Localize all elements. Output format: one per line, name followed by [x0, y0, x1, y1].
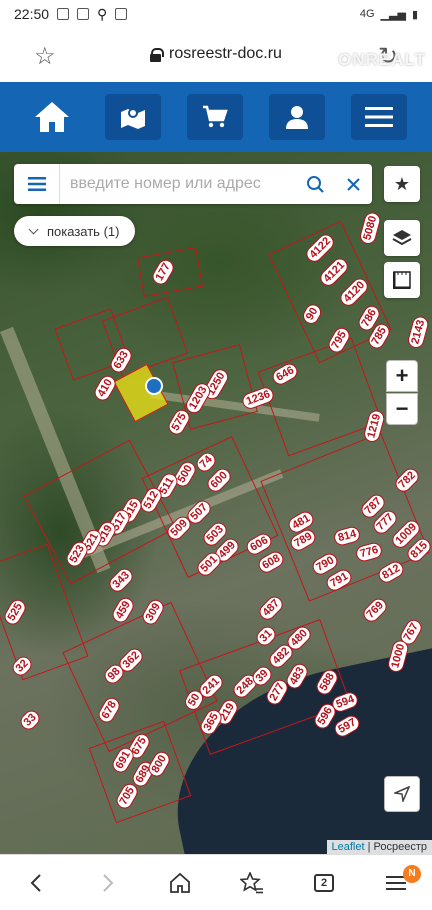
- home-browser-button[interactable]: [155, 872, 205, 894]
- search-icon: [307, 176, 324, 193]
- attribution-separator: |: [367, 841, 371, 853]
- locate-me-button[interactable]: [384, 776, 420, 812]
- cart-icon: [203, 105, 228, 128]
- show-results-button[interactable]: показать (1): [14, 216, 136, 246]
- close-icon: [346, 177, 360, 191]
- tab-count: 2: [314, 873, 334, 892]
- map-pin-icon: [121, 108, 145, 129]
- browser-bottom-bar: 2 N: [0, 854, 432, 910]
- status-time: 22:50: [14, 6, 50, 22]
- map-attribution: Leaflet | Росреестр: [326, 840, 432, 854]
- user-icon: [286, 106, 308, 129]
- url-field[interactable]: rosreestr-doc.ru: [150, 45, 282, 63]
- notification-badge: N: [403, 864, 421, 883]
- url-text: rosreestr-doc.ru: [169, 45, 282, 62]
- parcel-label: 2143: [406, 314, 431, 350]
- chevron-down-icon: [28, 224, 39, 234]
- bookmark-star-icon[interactable]: ☆: [34, 42, 56, 71]
- menu-button[interactable]: [351, 94, 407, 140]
- search-button[interactable]: [296, 164, 334, 204]
- home-outline-icon: [170, 872, 190, 893]
- map-button[interactable]: [105, 94, 161, 140]
- show-results-label: показать (1): [47, 223, 120, 239]
- leaflet-link[interactable]: Leaflet: [332, 841, 365, 853]
- parcel-label: 33: [17, 707, 43, 733]
- check-notification-icon: [115, 8, 128, 20]
- parcel-label: 5080: [358, 210, 383, 246]
- parcel-label: 487: [256, 593, 287, 623]
- star-icon: ★: [393, 173, 411, 194]
- attribution-source: Росреестр: [373, 841, 427, 853]
- chevron-left-icon: [30, 873, 41, 892]
- status-bar: 22:50 ⚲ 4G ▁▃▅ ▮: [0, 0, 432, 28]
- location-marker[interactable]: [145, 377, 163, 395]
- zoom-in-button[interactable]: +: [386, 360, 418, 392]
- home-button[interactable]: [25, 94, 79, 140]
- home-icon: [35, 102, 69, 132]
- account-button[interactable]: [269, 94, 325, 140]
- watermark-logo: ONREALT: [338, 50, 426, 69]
- clear-search-button[interactable]: [334, 164, 372, 204]
- search-input[interactable]: [60, 175, 296, 193]
- zoom-out-button[interactable]: −: [386, 393, 418, 425]
- shopping-notification-icon: [77, 8, 90, 20]
- hamburger-icon: [365, 107, 393, 127]
- back-button[interactable]: [11, 873, 61, 893]
- chevron-right-icon: [103, 873, 114, 892]
- favorites-button[interactable]: ★: [384, 166, 420, 202]
- parcel-label: 343: [106, 565, 137, 595]
- image-notification-icon: [57, 8, 70, 20]
- browser-address-bar: ☆ rosreestr-doc.ru ↻ ONREALT: [0, 28, 432, 82]
- search-notification-icon: ⚲: [97, 5, 108, 22]
- navigation-arrow-icon: [394, 786, 410, 802]
- network-indicator: 4G: [359, 8, 375, 20]
- battery-icon: ▮: [411, 8, 418, 21]
- search-bar: [14, 164, 372, 204]
- menu-icon: [27, 177, 46, 191]
- ruler-icon: [393, 271, 411, 289]
- star-bookmarks-icon: [240, 871, 263, 893]
- parcel-label: 410: [91, 372, 119, 404]
- measure-button[interactable]: [384, 262, 420, 298]
- layers-menu-button[interactable]: [14, 164, 60, 204]
- bookmarks-button[interactable]: [227, 871, 277, 894]
- forward-button[interactable]: [83, 873, 133, 893]
- cart-button[interactable]: [187, 94, 243, 140]
- signal-icon: ▁▃▅: [380, 8, 406, 21]
- layers-button[interactable]: [384, 220, 420, 256]
- cadastral-map[interactable]: 177 633 410 1250 1203 575 1236 646 4122 …: [0, 152, 432, 854]
- layers-icon: [392, 230, 412, 246]
- lock-icon: [150, 47, 164, 62]
- site-navigation: [0, 82, 432, 152]
- parcel-label: 769: [360, 595, 391, 625]
- tabs-button[interactable]: 2: [299, 873, 349, 892]
- browser-menu-button[interactable]: N: [371, 864, 421, 891]
